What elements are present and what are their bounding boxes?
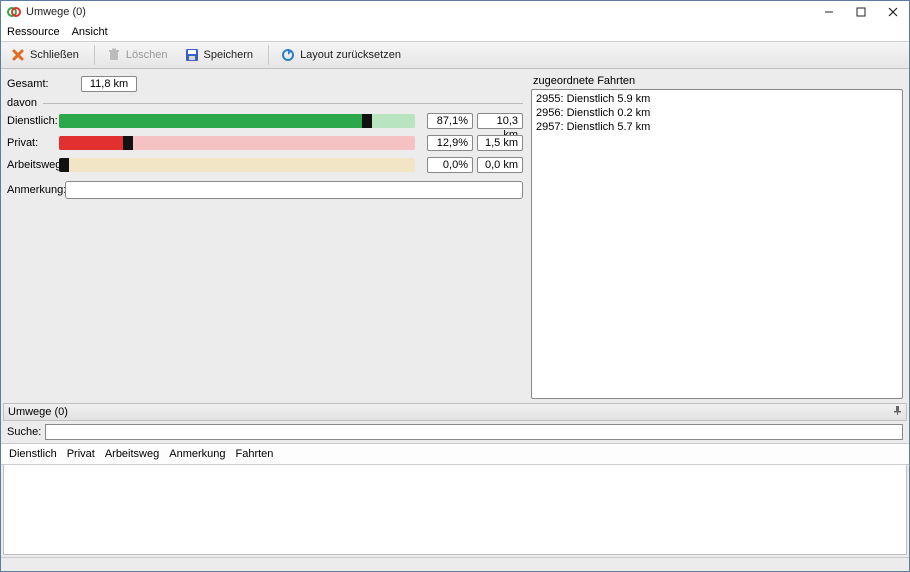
pin-icon[interactable] <box>893 406 902 418</box>
save-button-label: Speichern <box>204 49 254 61</box>
col-dienstlich[interactable]: Dienstlich <box>9 448 57 460</box>
bar-fill-dienstlich <box>59 114 362 128</box>
upper-area: Gesamt: 11,8 km davon Dienstlich: 87,1% … <box>1 69 909 403</box>
km-dienstlich[interactable]: 10,3 km <box>477 113 523 129</box>
reset-layout-button-label: Layout zurücksetzen <box>300 49 401 61</box>
maximize-button[interactable] <box>845 1 877 23</box>
bar-label-dienstlich: Dienstlich: <box>7 115 59 127</box>
bar-track-privat[interactable] <box>59 136 415 150</box>
anmerkung-label: Anmerkung: <box>7 184 65 196</box>
minimize-button[interactable] <box>813 1 845 23</box>
search-row: Suche: <box>1 421 909 443</box>
col-arbeitsweg[interactable]: Arbeitsweg <box>105 448 159 460</box>
app-icon <box>7 5 21 19</box>
reset-layout-icon <box>280 47 296 63</box>
menubar: Ressource Ansicht <box>1 23 909 41</box>
left-panel: Gesamt: 11,8 km davon Dienstlich: 87,1% … <box>7 75 523 399</box>
close-button-label: Schließen <box>30 49 79 61</box>
trash-icon <box>106 47 122 63</box>
list-item[interactable]: 2957: Dienstlich 5.7 km <box>536 120 898 134</box>
delete-button: Löschen <box>101 44 177 66</box>
pct-privat[interactable]: 12,9% <box>427 135 473 151</box>
bar-label-arbeitsweg: Arbeitsweg: <box>7 159 59 171</box>
titlebar: Umwege (0) <box>1 1 909 23</box>
save-icon <box>184 47 200 63</box>
columns-row: Dienstlich Privat Arbeitsweg Anmerkung F… <box>1 443 909 465</box>
col-privat[interactable]: Privat <box>67 448 95 460</box>
lower-panel-title: Umwege (0) <box>8 406 68 418</box>
bar-marker-privat[interactable] <box>123 136 133 150</box>
close-icon <box>10 47 26 63</box>
status-bar <box>1 557 909 571</box>
list-item[interactable]: 2956: Dienstlich 0.2 km <box>536 106 898 120</box>
bar-fill-privat <box>59 136 123 150</box>
assigned-header: zugeordnete Fahrten <box>531 75 903 87</box>
window-title: Umwege (0) <box>26 6 813 18</box>
search-input[interactable] <box>45 424 903 440</box>
bar-row-arbeitsweg: Arbeitsweg: 0,0% 0,0 km <box>7 157 523 173</box>
gesamt-value: 11,8 km <box>81 76 137 92</box>
toolbar: Schließen Löschen Speichern Layout zurüc… <box>1 41 909 69</box>
col-anmerkung[interactable]: Anmerkung <box>169 448 225 460</box>
bar-track-arbeitsweg[interactable] <box>59 158 415 172</box>
pct-dienstlich[interactable]: 87,1% <box>427 113 473 129</box>
save-button[interactable]: Speichern <box>179 44 263 66</box>
search-label: Suche: <box>7 426 41 438</box>
bar-marker-dienstlich[interactable] <box>362 114 372 128</box>
reset-layout-button[interactable]: Layout zurücksetzen <box>275 44 410 66</box>
bar-marker-arbeitsweg[interactable] <box>59 158 69 172</box>
gesamt-row: Gesamt: 11,8 km <box>7 75 523 93</box>
km-arbeitsweg[interactable]: 0,0 km <box>477 157 523 173</box>
bar-row-dienstlich: Dienstlich: 87,1% 10,3 km <box>7 113 523 129</box>
menu-view[interactable]: Ansicht <box>72 26 108 38</box>
right-panel: zugeordnete Fahrten 2955: Dienstlich 5.9… <box>531 75 903 399</box>
davon-line <box>43 103 523 104</box>
anmerkung-row: Anmerkung: <box>7 181 523 199</box>
bar-label-privat: Privat: <box>7 137 59 149</box>
close-window-button[interactable] <box>877 1 909 23</box>
gesamt-label: Gesamt: <box>7 78 59 90</box>
list-item[interactable]: 2955: Dienstlich 5.9 km <box>536 92 898 106</box>
col-fahrten[interactable]: Fahrten <box>236 448 274 460</box>
bar-track-dienstlich[interactable] <box>59 114 415 128</box>
grid-area[interactable] <box>3 465 907 555</box>
content: Gesamt: 11,8 km davon Dienstlich: 87,1% … <box>1 69 909 571</box>
davon-row: davon <box>7 97 523 109</box>
close-button[interactable]: Schließen <box>5 44 88 66</box>
assigned-listbox[interactable]: 2955: Dienstlich 5.9 km 2956: Dienstlich… <box>531 89 903 399</box>
km-privat[interactable]: 1,5 km <box>477 135 523 151</box>
lower-panel-header: Umwege (0) <box>3 403 907 421</box>
anmerkung-input[interactable] <box>65 181 523 199</box>
delete-button-label: Löschen <box>126 49 168 61</box>
toolbar-separator <box>268 45 269 65</box>
bar-row-privat: Privat: 12,9% 1,5 km <box>7 135 523 151</box>
menu-resource[interactable]: Ressource <box>7 26 60 38</box>
toolbar-separator <box>94 45 95 65</box>
pct-arbeitsweg[interactable]: 0,0% <box>427 157 473 173</box>
davon-label: davon <box>7 97 37 109</box>
